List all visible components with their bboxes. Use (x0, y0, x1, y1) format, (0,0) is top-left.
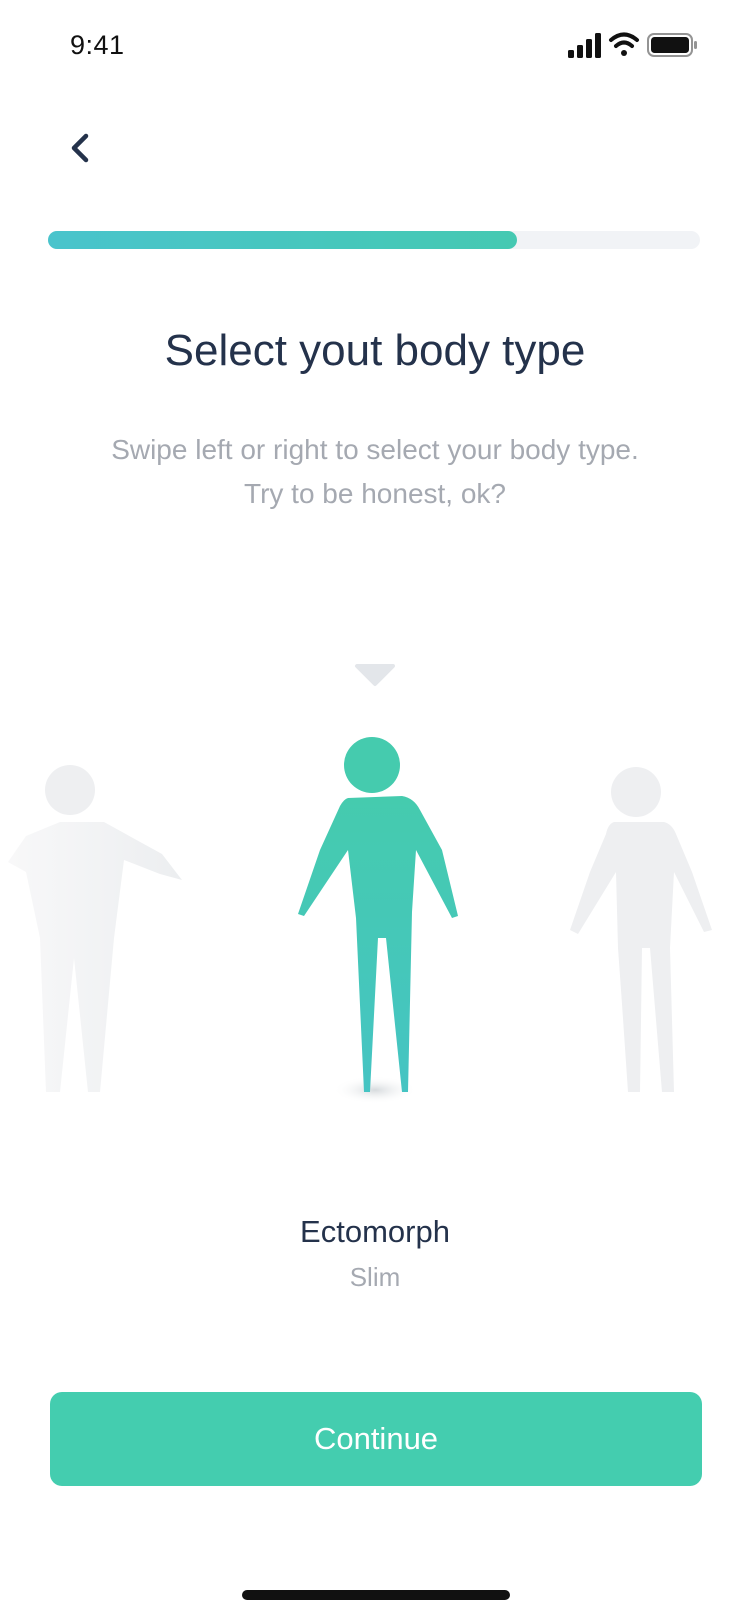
wifi-icon (609, 32, 639, 56)
instruction-line-1: Swipe left or right to select your body … (111, 434, 639, 465)
progress-bar-fill (48, 231, 518, 249)
body-type-carousel[interactable] (0, 620, 750, 1173)
arrow-down-indicator-icon (355, 664, 395, 686)
home-indicator[interactable] (242, 1590, 510, 1600)
back-button[interactable] (58, 120, 108, 180)
body-type-figures (8, 664, 712, 1173)
status-bar: 9:41 (0, 0, 750, 96)
body-type-figure-right[interactable] (570, 767, 712, 1092)
status-icons (568, 32, 697, 58)
page-title: Select yout body type (164, 326, 586, 375)
instruction-line-2: Try to be honest, ok? (244, 478, 506, 509)
body-type-figure-selected[interactable] (298, 737, 458, 1104)
cellular-signal-icon (568, 33, 601, 58)
progress-bar (48, 231, 700, 249)
selected-body-type-name: Ectomorph (300, 1214, 450, 1249)
selected-body-type-description: Slim (349, 1262, 401, 1292)
back-chevron-icon (71, 133, 89, 163)
continue-button[interactable]: Continue (50, 1392, 702, 1486)
body-type-figure-left[interactable] (8, 765, 182, 1092)
instruction-text: Swipe left or right to select your body … (60, 428, 690, 516)
status-time: 9:41 (70, 30, 125, 60)
battery-icon (647, 33, 697, 57)
